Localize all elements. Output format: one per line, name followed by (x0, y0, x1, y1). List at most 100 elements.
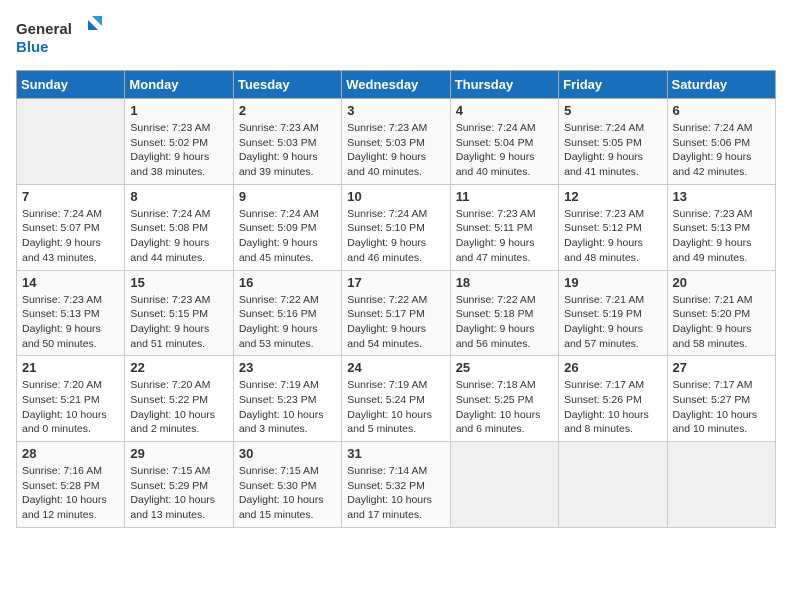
calendar-cell: 18 Sunrise: 7:22 AMSunset: 5:18 PMDaylig… (450, 270, 558, 356)
calendar-cell: 13 Sunrise: 7:23 AMSunset: 5:13 PMDaylig… (667, 184, 775, 270)
day-info: Sunrise: 7:17 AMSunset: 5:26 PMDaylight:… (564, 378, 661, 437)
logo-svg: General Blue (16, 16, 106, 60)
calendar-week-row: 21 Sunrise: 7:20 AMSunset: 5:21 PMDaylig… (17, 356, 776, 442)
day-info: Sunrise: 7:24 AMSunset: 5:04 PMDaylight:… (456, 121, 553, 180)
day-info: Sunrise: 7:22 AMSunset: 5:18 PMDaylight:… (456, 293, 553, 352)
day-info: Sunrise: 7:23 AMSunset: 5:11 PMDaylight:… (456, 207, 553, 266)
calendar-cell: 30 Sunrise: 7:15 AMSunset: 5:30 PMDaylig… (233, 442, 341, 528)
day-header-wednesday: Wednesday (342, 71, 450, 99)
calendar-cell: 14 Sunrise: 7:23 AMSunset: 5:13 PMDaylig… (17, 270, 125, 356)
calendar-cell: 7 Sunrise: 7:24 AMSunset: 5:07 PMDayligh… (17, 184, 125, 270)
day-number: 6 (673, 103, 770, 118)
day-number: 17 (347, 275, 444, 290)
calendar-header-row: SundayMondayTuesdayWednesdayThursdayFrid… (17, 71, 776, 99)
calendar-cell: 28 Sunrise: 7:16 AMSunset: 5:28 PMDaylig… (17, 442, 125, 528)
day-number: 20 (673, 275, 770, 290)
calendar-cell: 24 Sunrise: 7:19 AMSunset: 5:24 PMDaylig… (342, 356, 450, 442)
day-number: 9 (239, 189, 336, 204)
day-number: 10 (347, 189, 444, 204)
day-number: 22 (130, 360, 227, 375)
day-number: 30 (239, 446, 336, 461)
calendar-cell: 3 Sunrise: 7:23 AMSunset: 5:03 PMDayligh… (342, 99, 450, 185)
calendar-cell: 1 Sunrise: 7:23 AMSunset: 5:02 PMDayligh… (125, 99, 233, 185)
day-number: 18 (456, 275, 553, 290)
day-number: 27 (673, 360, 770, 375)
svg-text:General: General (16, 21, 72, 38)
day-info: Sunrise: 7:24 AMSunset: 5:06 PMDaylight:… (673, 121, 770, 180)
calendar-cell (667, 442, 775, 528)
day-info: Sunrise: 7:21 AMSunset: 5:20 PMDaylight:… (673, 293, 770, 352)
day-info: Sunrise: 7:20 AMSunset: 5:22 PMDaylight:… (130, 378, 227, 437)
day-header-saturday: Saturday (667, 71, 775, 99)
day-number: 26 (564, 360, 661, 375)
logo: General Blue (16, 16, 106, 60)
day-header-friday: Friday (559, 71, 667, 99)
calendar-cell: 12 Sunrise: 7:23 AMSunset: 5:12 PMDaylig… (559, 184, 667, 270)
day-number: 5 (564, 103, 661, 118)
calendar-cell: 11 Sunrise: 7:23 AMSunset: 5:11 PMDaylig… (450, 184, 558, 270)
calendar-cell: 25 Sunrise: 7:18 AMSunset: 5:25 PMDaylig… (450, 356, 558, 442)
calendar-cell: 17 Sunrise: 7:22 AMSunset: 5:17 PMDaylig… (342, 270, 450, 356)
calendar-cell: 10 Sunrise: 7:24 AMSunset: 5:10 PMDaylig… (342, 184, 450, 270)
calendar-cell: 21 Sunrise: 7:20 AMSunset: 5:21 PMDaylig… (17, 356, 125, 442)
day-info: Sunrise: 7:16 AMSunset: 5:28 PMDaylight:… (22, 464, 119, 523)
day-info: Sunrise: 7:17 AMSunset: 5:27 PMDaylight:… (673, 378, 770, 437)
day-info: Sunrise: 7:14 AMSunset: 5:32 PMDaylight:… (347, 464, 444, 523)
calendar-cell: 2 Sunrise: 7:23 AMSunset: 5:03 PMDayligh… (233, 99, 341, 185)
calendar-week-row: 7 Sunrise: 7:24 AMSunset: 5:07 PMDayligh… (17, 184, 776, 270)
day-number: 25 (456, 360, 553, 375)
day-number: 28 (22, 446, 119, 461)
calendar-cell: 5 Sunrise: 7:24 AMSunset: 5:05 PMDayligh… (559, 99, 667, 185)
day-info: Sunrise: 7:23 AMSunset: 5:03 PMDaylight:… (239, 121, 336, 180)
calendar-cell: 22 Sunrise: 7:20 AMSunset: 5:22 PMDaylig… (125, 356, 233, 442)
day-number: 2 (239, 103, 336, 118)
day-number: 13 (673, 189, 770, 204)
day-header-sunday: Sunday (17, 71, 125, 99)
calendar-cell: 8 Sunrise: 7:24 AMSunset: 5:08 PMDayligh… (125, 184, 233, 270)
day-number: 1 (130, 103, 227, 118)
day-number: 31 (347, 446, 444, 461)
day-number: 23 (239, 360, 336, 375)
calendar-cell: 16 Sunrise: 7:22 AMSunset: 5:16 PMDaylig… (233, 270, 341, 356)
calendar-table: SundayMondayTuesdayWednesdayThursdayFrid… (16, 70, 776, 528)
day-number: 12 (564, 189, 661, 204)
day-info: Sunrise: 7:24 AMSunset: 5:05 PMDaylight:… (564, 121, 661, 180)
day-number: 21 (22, 360, 119, 375)
day-number: 14 (22, 275, 119, 290)
day-info: Sunrise: 7:15 AMSunset: 5:29 PMDaylight:… (130, 464, 227, 523)
day-number: 7 (22, 189, 119, 204)
day-info: Sunrise: 7:18 AMSunset: 5:25 PMDaylight:… (456, 378, 553, 437)
svg-text:Blue: Blue (16, 39, 49, 56)
calendar-cell: 19 Sunrise: 7:21 AMSunset: 5:19 PMDaylig… (559, 270, 667, 356)
day-info: Sunrise: 7:23 AMSunset: 5:12 PMDaylight:… (564, 207, 661, 266)
calendar-cell: 15 Sunrise: 7:23 AMSunset: 5:15 PMDaylig… (125, 270, 233, 356)
day-info: Sunrise: 7:24 AMSunset: 5:10 PMDaylight:… (347, 207, 444, 266)
calendar-cell: 29 Sunrise: 7:15 AMSunset: 5:29 PMDaylig… (125, 442, 233, 528)
calendar-cell (559, 442, 667, 528)
calendar-cell: 26 Sunrise: 7:17 AMSunset: 5:26 PMDaylig… (559, 356, 667, 442)
day-info: Sunrise: 7:24 AMSunset: 5:07 PMDaylight:… (22, 207, 119, 266)
calendar-week-row: 1 Sunrise: 7:23 AMSunset: 5:02 PMDayligh… (17, 99, 776, 185)
page-header: General Blue (16, 16, 776, 60)
calendar-cell: 4 Sunrise: 7:24 AMSunset: 5:04 PMDayligh… (450, 99, 558, 185)
day-header-monday: Monday (125, 71, 233, 99)
day-info: Sunrise: 7:23 AMSunset: 5:13 PMDaylight:… (673, 207, 770, 266)
day-number: 16 (239, 275, 336, 290)
day-number: 19 (564, 275, 661, 290)
day-number: 11 (456, 189, 553, 204)
calendar-cell: 9 Sunrise: 7:24 AMSunset: 5:09 PMDayligh… (233, 184, 341, 270)
calendar-cell (450, 442, 558, 528)
calendar-cell: 6 Sunrise: 7:24 AMSunset: 5:06 PMDayligh… (667, 99, 775, 185)
day-number: 3 (347, 103, 444, 118)
calendar-cell: 31 Sunrise: 7:14 AMSunset: 5:32 PMDaylig… (342, 442, 450, 528)
calendar-cell: 20 Sunrise: 7:21 AMSunset: 5:20 PMDaylig… (667, 270, 775, 356)
day-number: 24 (347, 360, 444, 375)
calendar-cell (17, 99, 125, 185)
day-number: 29 (130, 446, 227, 461)
day-info: Sunrise: 7:24 AMSunset: 5:08 PMDaylight:… (130, 207, 227, 266)
day-info: Sunrise: 7:22 AMSunset: 5:17 PMDaylight:… (347, 293, 444, 352)
calendar-week-row: 14 Sunrise: 7:23 AMSunset: 5:13 PMDaylig… (17, 270, 776, 356)
day-info: Sunrise: 7:15 AMSunset: 5:30 PMDaylight:… (239, 464, 336, 523)
day-info: Sunrise: 7:20 AMSunset: 5:21 PMDaylight:… (22, 378, 119, 437)
calendar-week-row: 28 Sunrise: 7:16 AMSunset: 5:28 PMDaylig… (17, 442, 776, 528)
